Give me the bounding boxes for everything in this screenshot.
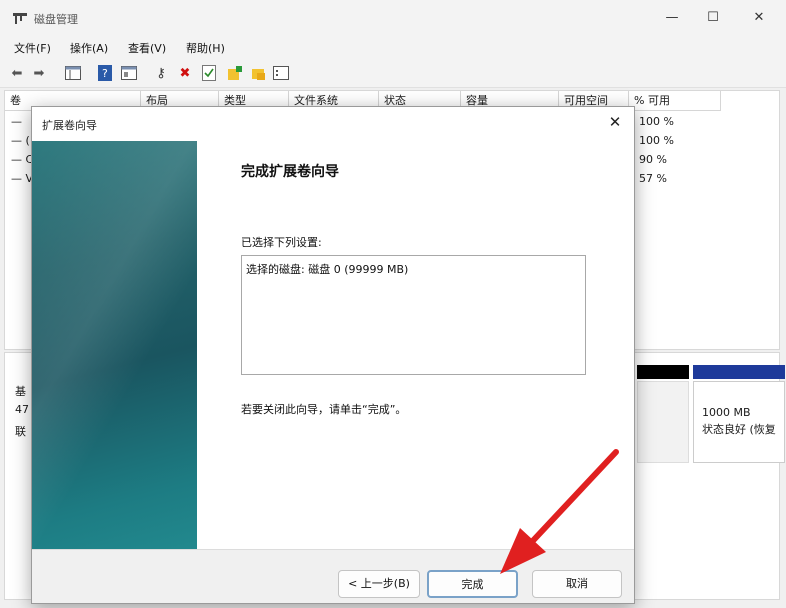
back-button[interactable]: < 上一步(B) [338,570,420,598]
wizard-heading: 完成扩展卷向导 [241,164,339,180]
delete-icon[interactable]: ✖ [176,64,194,82]
cancel-button[interactable]: 取消 [532,570,622,598]
console-tree-icon[interactable] [64,64,82,82]
partition-bar-primary [693,365,785,379]
disk-label-line: 联 [15,425,26,438]
finish-hint-text: 若要关闭此向导，请单击“完成”。 [241,403,407,416]
list-view-icon[interactable] [272,64,290,82]
window-title: 磁盘管理 [34,13,78,26]
svg-text:?: ? [102,67,108,80]
table-row-marker[interactable]: — [11,115,22,128]
table-row-marker[interactable]: — ( [11,134,30,147]
partition-status: 状态良好 (恢复 [702,423,776,436]
key-icon[interactable]: ⚷ [152,64,170,82]
partition-block-recovery[interactable]: 1000 MB 状态良好 (恢复 [693,381,785,463]
settings-summary-box[interactable]: 选择的磁盘: 磁盘 0 (99999 MB) [241,255,586,375]
checklist-icon[interactable] [200,64,218,82]
table-cell-percent: 57 % [639,172,667,185]
partition-size: 1000 MB [702,406,751,419]
properties-icon[interactable] [120,64,138,82]
title-bar: 磁盘管理 — ☐ ✕ [0,0,786,36]
settings-summary-text: 选择的磁盘: 磁盘 0 (99999 MB) [246,263,409,276]
help-icon[interactable]: ? [96,64,114,82]
wizard-banner-image [32,141,197,549]
folder-open-icon[interactable] [250,64,268,82]
wizard-close-button[interactable]: ✕ [606,113,624,131]
finish-button[interactable]: 完成 [427,570,518,598]
disk-label-line: 47 [15,403,29,416]
menu-help[interactable]: 帮助(H) [186,40,225,56]
folder-add-icon[interactable] [226,64,244,82]
menu-view[interactable]: 查看(V) [128,40,166,56]
wizard-button-bar: < 上一步(B) 完成 取消 [32,549,634,603]
table-cell-percent: 90 % [639,153,667,166]
toolbar: ⬅ ➡ ? ⚷ ✖ [0,58,786,88]
menu-action[interactable]: 操作(A) [70,40,108,56]
table-cell-percent: 100 % [639,134,674,147]
table-cell-percent: 100 % [639,115,674,128]
table-row-marker[interactable]: — V [11,172,33,185]
disk-management-icon [13,13,27,24]
minimize-button[interactable]: — [662,8,682,28]
extend-volume-wizard: 扩展卷向导 ✕ 完成扩展卷向导 已选择下列设置: 选择的磁盘: 磁盘 0 (99… [31,106,635,604]
table-row-marker[interactable]: — C [11,153,33,166]
column-header-percent-free[interactable]: % 可用 [629,91,721,111]
forward-arrow-icon[interactable]: ➡ [30,64,48,82]
menu-bar: 文件(F) 操作(A) 查看(V) 帮助(H) [0,36,786,58]
disk-label-line: 基 [15,385,26,398]
menu-file[interactable]: 文件(F) [14,40,51,56]
wizard-title: 扩展卷向导 [42,119,97,132]
settings-label: 已选择下列设置: [241,236,322,249]
partition-bar-unallocated [637,365,689,379]
close-button[interactable]: ✕ [749,8,769,28]
back-arrow-icon[interactable]: ⬅ [8,64,26,82]
maximize-button[interactable]: ☐ [703,8,723,28]
partition-block[interactable] [637,381,689,463]
